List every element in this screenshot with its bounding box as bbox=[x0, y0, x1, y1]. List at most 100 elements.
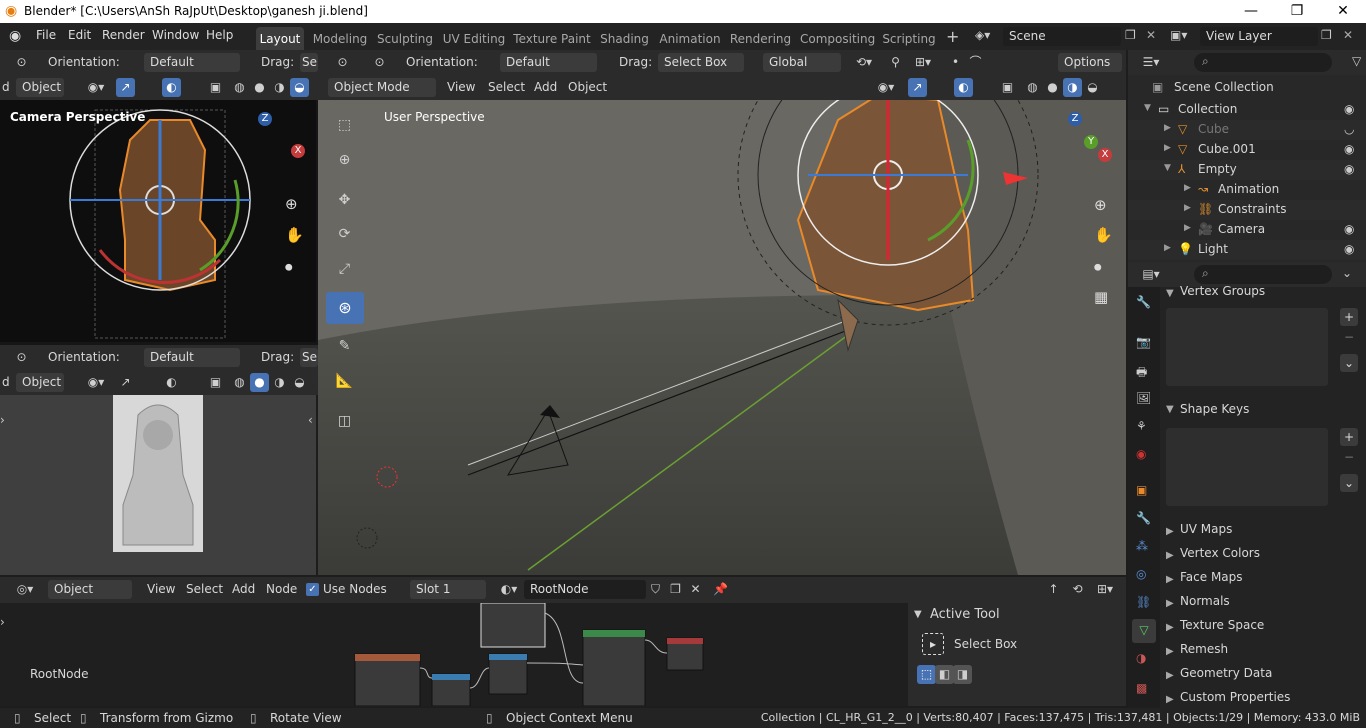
outliner-row-empty[interactable]: ▼ ⅄ Empty ◉ bbox=[1128, 160, 1366, 180]
texture-tab-icon[interactable]: ▩ bbox=[1136, 681, 1147, 695]
mode-dropdown[interactable]: Object Mode bbox=[328, 78, 436, 97]
rendered-shading-icon[interactable]: ◒ bbox=[290, 373, 309, 392]
gizmo-toggle-icon[interactable]: ↗ bbox=[116, 78, 135, 97]
add-workspace-icon[interactable]: + bbox=[946, 27, 959, 46]
geometry-data-header[interactable]: Geometry Data bbox=[1180, 666, 1272, 680]
texture-space-expand-icon[interactable]: ▶ bbox=[1166, 622, 1174, 633]
menu-render[interactable]: Render bbox=[102, 28, 145, 42]
particles-tab-icon[interactable]: ⁂ bbox=[1136, 539, 1148, 553]
view-layer-icon[interactable]: ▣▾ bbox=[1170, 28, 1187, 42]
outliner-row-light[interactable]: ▶ 💡 Light ◉ bbox=[1128, 240, 1366, 260]
tab-modeling[interactable]: Modeling bbox=[310, 27, 370, 51]
cursor-tool-icon[interactable]: ⊕ bbox=[335, 151, 354, 170]
rotate-tool-icon[interactable]: ⟳ bbox=[335, 225, 354, 244]
pin-icon[interactable]: 📌 bbox=[711, 580, 730, 599]
select-box-tool-icon[interactable]: ⬚ bbox=[335, 116, 354, 135]
output-tab-icon[interactable]: 🖶 bbox=[1136, 363, 1147, 384]
expand-arrow-icon[interactable]: ▶ bbox=[1164, 123, 1171, 133]
transform-tool-icon[interactable]: ⊙ bbox=[12, 53, 31, 72]
orientation-dropdown[interactable]: Default bbox=[500, 53, 597, 72]
snap-target-icon[interactable]: ⊞▾ bbox=[908, 53, 938, 72]
add-menu[interactable]: Add bbox=[534, 80, 557, 94]
scene-tab-icon[interactable]: ⚘ bbox=[1136, 419, 1147, 433]
vertex-groups-collapse-icon[interactable]: ▼ bbox=[1166, 288, 1174, 299]
ortho-grid-icon[interactable]: ▦ bbox=[1094, 288, 1108, 306]
shape-keys-collapse-icon[interactable]: ▼ bbox=[1166, 404, 1174, 415]
select-menu[interactable]: Select bbox=[488, 80, 525, 94]
remove-shape-key-button[interactable]: − bbox=[1340, 448, 1358, 466]
add-menu[interactable]: Add bbox=[232, 582, 255, 596]
mode-dropdown-fragment[interactable]: d bbox=[2, 375, 10, 389]
view-menu[interactable]: View bbox=[147, 582, 175, 596]
render-tab-icon[interactable]: 📷 bbox=[1136, 335, 1151, 349]
visibility-icon[interactable]: ◉▾ bbox=[82, 78, 110, 97]
view-layer-tab-icon[interactable]: 🖼 bbox=[1136, 391, 1151, 405]
gizmo-toggle-icon[interactable]: ↗ bbox=[908, 78, 927, 97]
outliner-row-cube-001[interactable]: ▶ ▽ Cube.001 ◉ bbox=[1128, 140, 1366, 160]
solid-shading-icon[interactable]: ● bbox=[250, 373, 269, 392]
pivot-point-icon[interactable]: ⟲▾ bbox=[849, 53, 879, 72]
visibility-eye-icon[interactable]: ◉ bbox=[1344, 162, 1354, 176]
visibility-icon[interactable]: ◉▾ bbox=[872, 78, 900, 97]
camera-perspective-viewport[interactable]: Camera Perspective Z X ⊕ ✋ ⏺ bbox=[0, 100, 316, 342]
scale-tool-icon[interactable]: ⤢ bbox=[335, 260, 354, 279]
expand-arrow-icon[interactable]: ▼ bbox=[1144, 103, 1151, 113]
expand-arrow-icon[interactable]: ▶ bbox=[1184, 203, 1191, 213]
visibility-eye-icon[interactable]: ◉ bbox=[1344, 242, 1354, 256]
material-shading-icon[interactable]: ◑ bbox=[1063, 78, 1082, 97]
expand-arrow-icon[interactable]: ▼ bbox=[1164, 163, 1171, 173]
properties-editor-icon[interactable]: ▤▾ bbox=[1138, 265, 1164, 284]
transform-tool-icon[interactable]: ⊛ bbox=[326, 292, 364, 324]
select-extend-icon[interactable]: ◧ bbox=[935, 665, 954, 684]
remesh-expand-icon[interactable]: ▶ bbox=[1166, 646, 1174, 657]
object-menu[interactable]: Object bbox=[568, 80, 607, 94]
drag-dropdown[interactable]: Select Box bbox=[658, 53, 744, 72]
maximize-button[interactable]: ❐ bbox=[1274, 0, 1320, 23]
overlay-toggle-icon[interactable]: ◐ bbox=[162, 78, 181, 97]
node-menu[interactable]: Node bbox=[266, 582, 297, 596]
pan-hand-icon[interactable]: ✋ bbox=[285, 226, 304, 244]
outliner-search-input[interactable] bbox=[1194, 53, 1332, 72]
tab-shading[interactable]: Shading bbox=[597, 27, 652, 51]
xray-icon[interactable]: ▣ bbox=[206, 78, 225, 97]
orientation-dropdown[interactable]: Default bbox=[144, 348, 240, 367]
tab-compositing[interactable]: Compositing bbox=[800, 27, 875, 51]
scene-icon[interactable]: ◈▾ bbox=[975, 28, 990, 42]
main-3d-viewport[interactable]: User Perspective ⬚ ⊕ ✥ ⟳ ⤢ ⊛ ✎ 📐 ◫ Z Y X… bbox=[318, 100, 1126, 575]
vertex-group-menu-icon[interactable]: ⌄ bbox=[1340, 354, 1358, 372]
expand-arrow-icon[interactable]: ▶ bbox=[1184, 223, 1191, 233]
scene-selector[interactable]: Scene bbox=[1003, 27, 1121, 46]
orientation-dropdown[interactable]: Default bbox=[144, 53, 240, 72]
outliner-editor-icon[interactable]: ☰▾ bbox=[1138, 53, 1164, 72]
view-layer-selector[interactable]: View Layer bbox=[1200, 27, 1318, 46]
shape-keys-list[interactable] bbox=[1166, 428, 1328, 506]
filter-icon[interactable]: ▽ bbox=[1352, 54, 1361, 68]
expand-arrow-icon[interactable]: ▶ bbox=[1164, 243, 1171, 253]
pan-hand-icon[interactable]: ✋ bbox=[1094, 226, 1113, 244]
camera-view-icon[interactable]: ⏺ bbox=[1094, 258, 1102, 276]
transform-tool-icon[interactable]: ⊙ bbox=[333, 53, 352, 72]
fake-user-icon[interactable]: ⛉ bbox=[646, 580, 665, 599]
measure-tool-icon[interactable]: 📐 bbox=[335, 372, 354, 391]
custom-properties-header[interactable]: Custom Properties bbox=[1180, 690, 1290, 704]
expand-arrow-icon[interactable]: ▶ bbox=[1164, 143, 1171, 153]
face-maps-expand-icon[interactable]: ▶ bbox=[1166, 574, 1174, 585]
zoom-icon[interactable]: ⊕ bbox=[1094, 196, 1107, 214]
material-shading-icon[interactable]: ◑ bbox=[270, 373, 289, 392]
proportional-edit-icon[interactable]: • bbox=[946, 53, 965, 72]
select-new-icon[interactable]: ⬚ bbox=[917, 665, 936, 684]
options-chevron-icon[interactable]: ⌄ bbox=[1342, 266, 1352, 280]
solid-viewport[interactable]: › ‹ bbox=[0, 395, 316, 575]
normals-expand-icon[interactable]: ▶ bbox=[1166, 598, 1174, 609]
gizmo-z-icon[interactable]: Z bbox=[1068, 112, 1082, 126]
snap-icon[interactable]: ⚲ bbox=[886, 53, 905, 72]
tab-sculpting[interactable]: Sculpting bbox=[375, 27, 435, 51]
physics-tab-icon[interactable]: ◎ bbox=[1136, 567, 1146, 581]
node-canvas[interactable]: RootNode › bbox=[0, 603, 908, 706]
editor-type-icon[interactable]: ◎▾ bbox=[10, 580, 40, 599]
tool-settings-icon[interactable]: ⊙ bbox=[370, 53, 389, 72]
material-browse-icon[interactable]: ◐▾ bbox=[496, 580, 522, 599]
xray-icon[interactable]: ▣ bbox=[998, 78, 1017, 97]
tab-layout[interactable]: Layout bbox=[256, 27, 304, 51]
wireframe-shading-icon[interactable]: ◍ bbox=[230, 373, 249, 392]
